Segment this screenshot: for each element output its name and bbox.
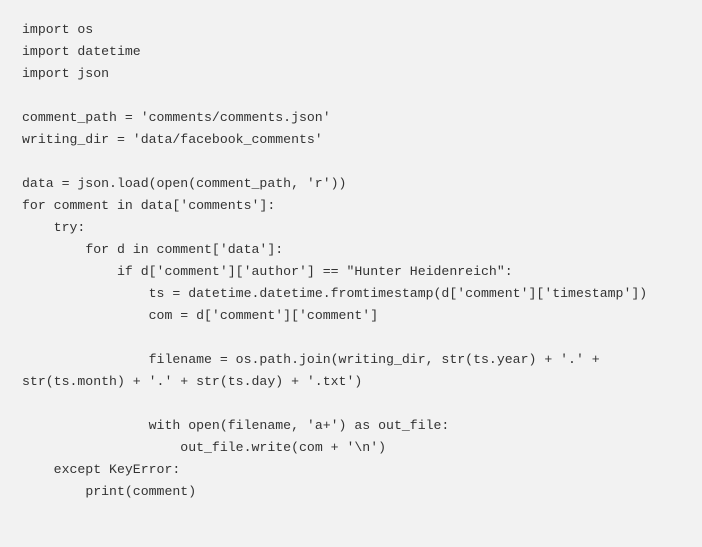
code-block: import os import datetime import json co…	[0, 0, 702, 547]
code-source-text: import os import datetime import json co…	[22, 22, 648, 499]
